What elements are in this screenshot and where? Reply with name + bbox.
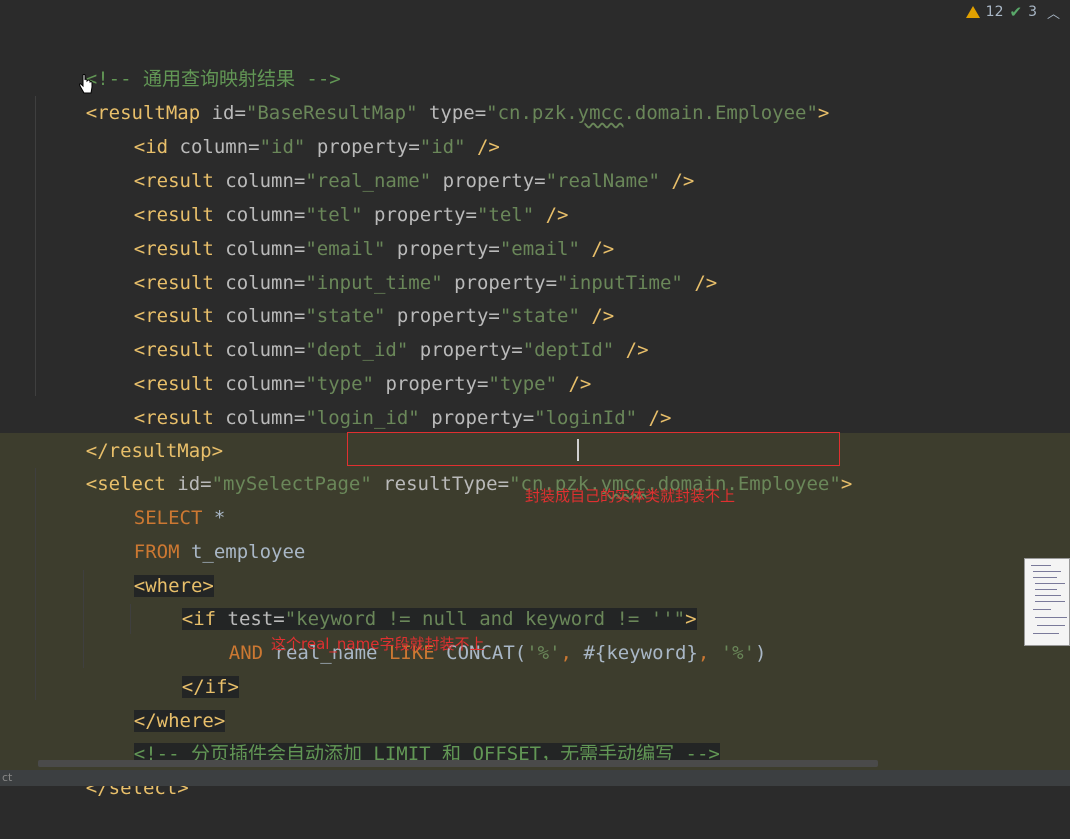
minimap-thumbnail[interactable] xyxy=(1024,558,1070,646)
indent-guide xyxy=(83,570,84,668)
check-icon: ✔ xyxy=(1009,3,1023,21)
status-text: ct xyxy=(2,771,13,784)
sql-string: '%' xyxy=(720,642,756,664)
horizontal-scrollbar[interactable] xyxy=(38,760,878,767)
annotation-note: 封装成自己的实体类就封装不上 xyxy=(525,487,736,505)
code-line[interactable]: <result column="input_time" property="in… xyxy=(88,232,717,294)
code-line[interactable]: <id column="id" property="id" /> xyxy=(88,96,500,158)
code-line[interactable]: <result column="dept_id" property="deptI… xyxy=(88,299,649,361)
attr-value: .domain.Employee" xyxy=(623,102,818,124)
indent-guide xyxy=(35,468,36,700)
code-line[interactable]: <where> xyxy=(88,535,214,597)
tag-close: /> xyxy=(682,272,718,294)
attr-value: "login_id" xyxy=(305,407,420,429)
annotation-note: 这个real_name字段就封装不上 xyxy=(271,635,485,653)
status-bar: ct xyxy=(0,770,1070,786)
attr-name: property= xyxy=(419,407,535,429)
attr-value: "loginId" xyxy=(534,407,638,429)
code-line[interactable]: AND real_name LIKE CONCAT('%', #{keyword… xyxy=(183,602,767,664)
sql-punct: , xyxy=(697,642,721,664)
code-line[interactable]: <!-- 分页插件会自动添加 LIMIT 和 OFFSET，无需手动编写 --> xyxy=(88,703,720,765)
code-line[interactable]: <result column="real_name" property="rea… xyxy=(88,130,695,192)
code-line[interactable]: <result column="type" property="type" /> xyxy=(88,333,592,395)
attr-value: "mySelectPage" xyxy=(211,473,372,495)
sql-text: ) xyxy=(755,642,767,664)
attr-value: "cn.pzk. xyxy=(486,102,578,124)
hand-cursor-icon xyxy=(79,74,93,94)
highlight-box xyxy=(347,432,840,466)
code-line[interactable]: SELECT * xyxy=(88,467,226,529)
sql-string: '%' xyxy=(526,642,561,664)
code-line[interactable]: <result column="tel" property="tel" /> xyxy=(88,164,569,226)
code-line[interactable]: <resultMap id="BaseResultMap" type="cn.p… xyxy=(40,62,830,124)
code-line[interactable]: <if test="keyword != null and keyword !=… xyxy=(136,568,697,630)
tag-close: /> xyxy=(659,170,695,192)
code-line[interactable]: </resultMap> xyxy=(40,400,223,462)
code-line[interactable]: </where> xyxy=(88,670,226,732)
tag-close: /> xyxy=(614,339,649,361)
inspection-widget[interactable]: 12 ✔ 3 ︿ xyxy=(965,0,1060,24)
warning-count: 12 xyxy=(985,4,1004,20)
indent-guide xyxy=(35,96,36,396)
code-line[interactable]: <!-- 通用查询映射结果 --> xyxy=(40,28,341,90)
typo-word: ymcc xyxy=(577,102,624,124)
warning-icon xyxy=(965,6,980,18)
tag-close: > xyxy=(840,473,853,495)
tag-close: > xyxy=(817,102,830,124)
attr-name: column= xyxy=(213,407,306,429)
tag-close: /> xyxy=(637,407,672,429)
code-line[interactable]: <result column="login_id" property="logi… xyxy=(88,367,672,429)
code-line[interactable]: <result column="state" property="state" … xyxy=(88,265,614,327)
attr-name: resultType= xyxy=(383,473,510,495)
sql-param: #{keyword} xyxy=(583,642,698,664)
chevron-up-icon[interactable]: ︿ xyxy=(1047,3,1060,22)
sql-punct: , xyxy=(560,642,584,664)
check-count: 3 xyxy=(1028,4,1037,20)
code-editor[interactable]: 12 ✔ 3 ︿ <!-- 通用查询映射结果 --> <resultMap id… xyxy=(0,0,1070,799)
indent-guide xyxy=(130,604,131,634)
code-line[interactable]: <result column="email" property="email" … xyxy=(88,198,614,260)
text-caret xyxy=(577,439,579,461)
code-line[interactable]: </if> xyxy=(136,636,239,698)
code-line[interactable]: FROM t_employee xyxy=(88,501,306,563)
